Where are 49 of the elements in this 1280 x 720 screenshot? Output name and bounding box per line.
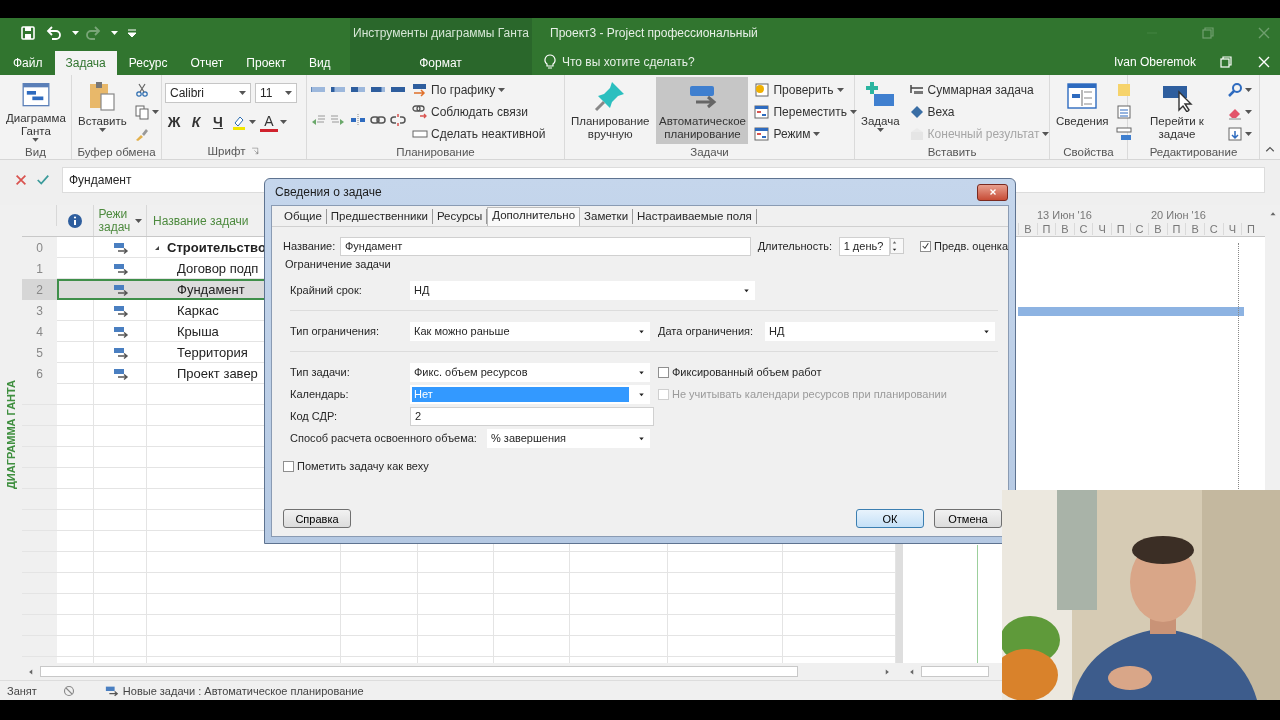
day-label: П [1110, 222, 1130, 235]
day-label: С [1073, 222, 1093, 235]
day-label: С [1129, 222, 1149, 235]
window-title: Проект3 - Project профессиональный [549, 25, 758, 42]
day-label: П [1241, 222, 1260, 235]
group-label: Редактирование [1149, 146, 1238, 158]
field-label: Тип ограничения: [290, 325, 381, 337]
day-label: П [1036, 222, 1056, 235]
task-name: Фундамент [177, 282, 245, 297]
group-label: Шрифт [207, 145, 246, 157]
day-label: В [1055, 222, 1074, 235]
day-label: В [1018, 222, 1037, 235]
field-label: Дата ограничения: [658, 325, 755, 337]
task-name: Договор подп [177, 261, 259, 276]
checkbox-label: Фиксированный объем работ [672, 366, 822, 378]
day-label: С [1203, 222, 1223, 235]
day-label: В [1185, 222, 1204, 235]
day-label: В [1148, 222, 1167, 235]
group-label: Буфер обмена [77, 146, 156, 158]
view-label: ДИАГРАММА ГАНТА [5, 380, 17, 489]
task-name: Строительство [167, 240, 266, 255]
group-label: Задачи [690, 146, 729, 158]
week-label: 13 Июн '16 [1037, 209, 1093, 221]
task-name: Проект завер [177, 366, 258, 381]
group-label: Свойства [1063, 146, 1114, 158]
status-text: Занят [7, 684, 37, 697]
field-label: Тип задачи: [290, 366, 351, 378]
day-label: Ч [1222, 222, 1242, 235]
group-label: Планирование [396, 146, 475, 158]
field-label: Длительность: [757, 240, 834, 252]
section-title: Ограничение задачи [285, 258, 391, 270]
field-label: Крайний срок: [290, 284, 363, 296]
week-label: 20 Июн '16 [1151, 209, 1207, 221]
dialog-title: Сведения о задаче [275, 185, 382, 199]
field-label: Способ расчета освоенного объема: [290, 432, 478, 444]
day-label: П [1166, 222, 1186, 235]
task-name: Крыша [177, 324, 219, 339]
task-name: Территория [177, 345, 248, 360]
field-label: Название: [283, 240, 337, 252]
group-label: Вставить [927, 146, 977, 158]
group-label: Вид [25, 145, 46, 158]
task-name: Каркас [177, 303, 219, 318]
checkbox-label: Пометить задачу как веху [297, 460, 429, 472]
field-label: Календарь: [290, 388, 350, 400]
checkbox-label: Не учитывать календари ресурсов при планировании [672, 388, 947, 400]
context-group-title: Инструменты диаграммы Ганта [353, 26, 529, 40]
day-label: Ч [1092, 222, 1111, 235]
checkbox-label: Предв. оценка [934, 240, 1008, 252]
field-label: Код СДР: [290, 410, 339, 422]
